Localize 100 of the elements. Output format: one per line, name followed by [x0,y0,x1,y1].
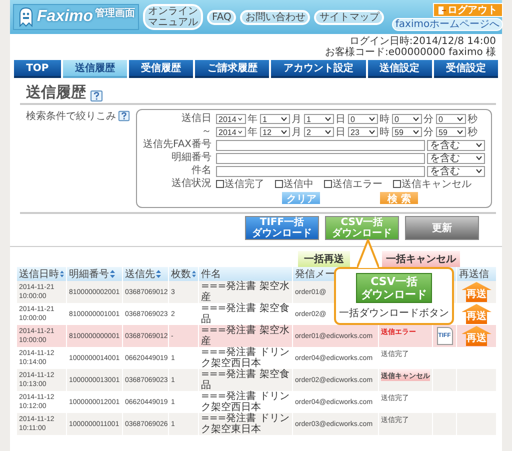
dropdown[interactable]: 23 [348,127,378,137]
unit-label: 秒 [468,126,478,139]
nav-tab[interactable]: TOP [14,60,61,78]
checkbox[interactable] [216,180,224,188]
dropdown[interactable]: 2014 [216,114,246,124]
nav-tab[interactable]: 受信履歴 [129,60,194,78]
caret-icon [476,143,482,147]
caret-icon [280,130,287,134]
unit-label: 年 [248,113,258,126]
nav-tab[interactable]: 送信履歴 [62,60,128,78]
column-header[interactable]: 明細番号 [66,267,122,281]
dropdown[interactable]: を含む [427,140,485,150]
table-cell: ===発注書 架空水産 [201,281,290,303]
caret-icon [456,130,463,134]
caret-icon [412,130,419,134]
callout-caption: 一括ダウンロードボタン [339,306,449,320]
help-icon [118,110,130,122]
field-label: 送信状況 [170,178,212,190]
table-cell: ===発注書 ドリンク架空東日本 [201,413,290,435]
dropdown[interactable]: 59 [392,127,422,137]
dropdown[interactable]: 2014 [216,127,246,137]
dropdown[interactable]: 59 [436,127,466,137]
dropdown[interactable]: 1 [304,114,334,124]
header-link[interactable]: サイトマップ [314,10,384,24]
header-link[interactable]: オンライン マニュアル [143,4,204,30]
caret-icon [238,130,243,134]
customer-code: お客様コード:e00000000 faximo 様 [325,47,496,58]
field-label: 明細番号 [170,152,212,164]
column-header: 件名 [198,267,292,281]
bulk-resend-button[interactable]: 一括再送 [298,251,350,267]
caret-icon [476,156,482,160]
field-label: 件名 [190,165,212,177]
table-cell: ===発注書 架空水産 [201,325,290,347]
checkbox-label: 送信エラー [332,178,383,191]
caret-icon [412,117,419,121]
tiff-download-button[interactable]: TIFF一括 ダウンロード [245,216,319,240]
dropdown[interactable]: 0 [392,114,422,124]
door-icon [438,6,446,14]
caret-icon [456,117,463,121]
header-link[interactable]: FAQ [207,10,236,24]
logo-caption: 管理画面 [95,6,136,20]
caret-icon [368,117,375,121]
caret-icon [324,130,331,134]
checkbox[interactable] [392,180,401,188]
login-time: ログイン日時:2014/12/8 14:00 [349,36,496,47]
page-title: 送信履歴 [26,83,86,102]
caret-icon [368,130,375,134]
field-label: ～ [200,126,212,138]
unit-label: 日 [336,113,346,126]
caret-icon [238,117,243,121]
input-field[interactable] [216,140,425,150]
nav-tab[interactable]: 送信設定 [368,60,432,78]
table-cell: ===発注書 架空食品 [201,369,290,391]
help-icon [90,90,103,102]
sort-icon [156,270,161,278]
caret-icon [324,117,331,121]
sort-icon [192,270,196,278]
dropdown[interactable]: 1 [260,114,290,124]
table-cell: ===発注書 ドリンク架空西日本 [201,391,290,413]
bulk-cancel-button[interactable]: 一括キャンセル [382,251,460,267]
sort-icon [110,270,115,278]
input-field[interactable] [216,166,425,176]
column-header[interactable]: 送信先 [122,267,168,281]
checkbox-label: 送信完了 [224,178,265,191]
column-header[interactable]: 送信日時 [16,267,66,281]
dropdown[interactable]: を含む [427,166,485,176]
checkbox[interactable] [324,180,332,188]
logo-text: Faximo [37,8,94,26]
input-field[interactable] [216,152,425,164]
homepage-link[interactable]: faximoホームページへ [392,18,503,31]
unit-label: 分 [424,113,434,126]
unit-label: 日 [336,126,346,139]
dropdown[interactable]: 2 [304,127,334,137]
unit-label: 分 [424,126,434,139]
column-header[interactable]: 枚数 [168,267,198,281]
column-header: 再送信 [456,267,496,281]
checkbox[interactable] [274,180,283,188]
unit-label: 時 [380,112,390,126]
unit-label: 時 [380,126,390,139]
table-cell: ===発注書 架空食品 [201,303,290,325]
checkbox-label: 送信中 [284,178,314,191]
dropdown[interactable]: 12 [260,127,290,137]
caret-icon [280,117,287,121]
nav-tab[interactable]: 受信設定 [434,60,498,78]
nav-tab[interactable]: アカウント設定 [271,60,366,78]
mascot-icon [17,7,35,27]
sort-icon [60,270,64,278]
table-cell: ===発注書 ドリンク架空西日本 [201,347,290,369]
unit-label: 秒 [468,112,478,126]
header-link[interactable]: お問い合わせ [240,10,310,24]
caret-icon [476,169,482,173]
nav-tab[interactable]: ご請求履歴 [195,60,270,78]
field-label: 送信先FAX番号 [143,139,212,151]
dropdown[interactable]: 0 [436,114,466,124]
dropdown[interactable]: 0 [348,114,378,124]
filter-label: 検索条件で絞りこみ [26,110,116,123]
unit-label: 年 [248,126,258,139]
unit-label: 月 [292,113,302,126]
dropdown[interactable]: を含む [427,152,485,164]
field-label: 送信日 [180,113,212,125]
